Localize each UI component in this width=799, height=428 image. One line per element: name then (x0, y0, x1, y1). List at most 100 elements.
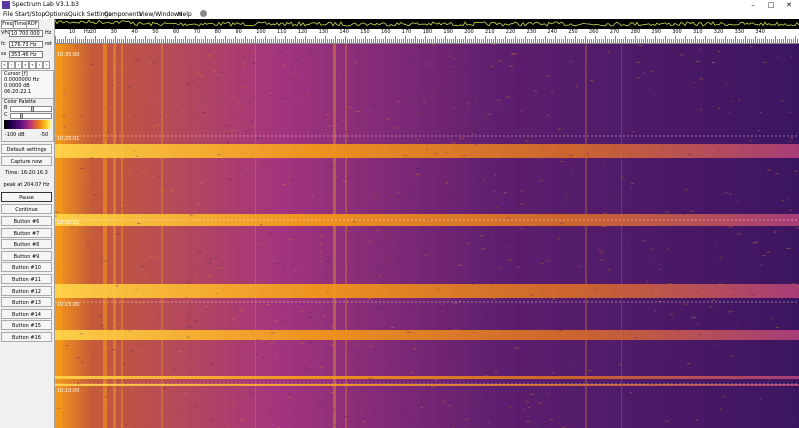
scale-tick-label: 180 (422, 29, 433, 35)
tab-rdf[interactable]: RDF (26, 20, 39, 29)
contrast-thumb[interactable] (20, 113, 24, 119)
time-readout: Time: 16:20:16.3 (5, 170, 48, 176)
scale-tick-label: 170 (401, 29, 412, 35)
waterfall-time-marker: 10:25:01 (57, 136, 80, 142)
ss-input[interactable]: 353.46 Hz (9, 51, 43, 58)
color-palette-bar[interactable] (4, 120, 51, 129)
default-settings-button[interactable]: Default settings (1, 144, 52, 154)
scale-tick-label: 280 (630, 29, 641, 35)
scale-tick-label: 30 (110, 29, 117, 35)
user-button-7[interactable]: Button #7 (1, 227, 52, 238)
palette-max-label: -50 (40, 132, 49, 138)
palette-min-label: -100 dB (5, 132, 25, 138)
scale-tick-label: 340 (755, 29, 765, 35)
waterfall-time-marker: 10:20:01 (57, 220, 80, 226)
scale-tick-label: 140 (339, 29, 349, 35)
menu-help[interactable]: Help (178, 10, 192, 19)
cursor-time: 06:20:22.1 (4, 89, 32, 95)
menu-components[interactable]: Components (104, 10, 142, 19)
user-button-11[interactable]: Button #11 (1, 274, 52, 284)
status-dot-icon (200, 10, 207, 17)
nav-button[interactable]: » (22, 61, 29, 69)
scale-tick-label: 310 (693, 29, 703, 35)
scale-tick-label: 290 (651, 29, 661, 35)
scale-tick-label: 90 (235, 29, 242, 35)
brightness-label: B (4, 105, 8, 111)
scale-tick-label: 20 (89, 29, 97, 35)
menu-view-windows[interactable]: View/Windows (139, 10, 182, 19)
menu-options[interactable]: Options (45, 10, 68, 19)
vfo-input[interactable]: 10 700 000 (9, 30, 43, 37)
left-control-panel: Freq Time RDF VFO 10 700 000 Hz fc 176.7… (0, 19, 55, 428)
scale-tick-label: 190 (443, 29, 453, 35)
menu-start-stop[interactable]: Start/Stop (15, 10, 45, 19)
scale-tick-label: 40 (131, 29, 138, 35)
user-button-15[interactable]: Button #15 (1, 320, 52, 331)
user-button-8[interactable]: Button #8 (1, 239, 52, 250)
scale-tick-label: 220 (505, 29, 516, 35)
waterfall-time-marker: 10:35:00 (57, 52, 80, 58)
nav-button[interactable]: › (43, 61, 50, 69)
app-icon (2, 1, 10, 9)
scale-tick-label: 50 (152, 29, 159, 35)
capture-now-button[interactable]: Capture now (1, 156, 52, 166)
user-button-10[interactable]: Button #10 (1, 262, 52, 273)
menu-file[interactable]: File (3, 10, 13, 19)
waterfall-display[interactable] (55, 44, 799, 428)
fc-unit[interactable]: ret (45, 41, 52, 48)
scale-tick-label: 160 (381, 29, 391, 35)
scale-tick-label: 120 (297, 29, 308, 35)
scale-tick-label: 110 (277, 29, 287, 35)
minimize-button[interactable]: – (744, 0, 762, 10)
close-button[interactable]: ✕ (780, 0, 798, 10)
scale-tick-label: 300 (672, 29, 682, 35)
fc-label: fc (1, 41, 6, 47)
nav-button[interactable]: › (15, 61, 22, 69)
scale-tick-label: 130 (318, 29, 329, 35)
title-bar: Spectrum Lab V3.1.b3 – □ ✕ (0, 0, 799, 10)
continue-button[interactable]: Continue (1, 204, 52, 214)
vfo-label: VFO (1, 30, 12, 36)
nav-button[interactable]: « (29, 61, 36, 69)
user-button-16[interactable]: Button #16 (1, 332, 52, 342)
frequency-scale[interactable]: Hz 10 20 30 40 50 60 70 80 90 100 110 120 130 140 150 1… (55, 29, 799, 44)
vfo-unit: Hz (45, 30, 52, 36)
scale-tick-label: 230 (526, 29, 537, 35)
scale-tick-label: 250 (568, 29, 578, 35)
contrast-slider[interactable] (10, 113, 52, 119)
nav-button[interactable]: ‹ (8, 61, 15, 69)
scale-tick-label: 200 (464, 29, 474, 35)
scale-tick-label: 150 (360, 29, 370, 35)
cursor-info-panel: Cursor [f] 0.0000000 Hz 0.0000 dB 06:20:… (1, 70, 54, 99)
tab-time[interactable]: Time (13, 20, 27, 29)
pause-button[interactable]: Pause (1, 192, 52, 202)
scale-tick-label: 70 (193, 29, 201, 35)
brightness-thumb[interactable] (31, 106, 35, 112)
ss-label: ss (1, 51, 7, 57)
spectrum-trace[interactable] (55, 19, 799, 29)
scale-tick-label: 270 (609, 29, 620, 35)
scale-tick-label: 80 (214, 29, 221, 35)
maximize-button[interactable]: □ (762, 0, 780, 10)
user-button-9[interactable]: Button #9 (1, 250, 52, 261)
user-button-12[interactable]: Button #12 (1, 285, 52, 296)
scale-tick-label: 60 (173, 29, 180, 35)
nav-button[interactable]: ‹ (36, 61, 43, 69)
waterfall-time-marker: 10:10:00 (57, 388, 80, 394)
palette-title: Color Palette (4, 99, 36, 105)
brightness-slider[interactable] (10, 106, 52, 112)
user-button-14[interactable]: Button #14 (1, 308, 52, 319)
waterfall-time-marker: 10:15:00 (57, 302, 80, 308)
nav-button[interactable]: « (1, 61, 8, 69)
scale-tick-label: 100 (256, 29, 266, 35)
scale-tick-label: 260 (589, 29, 599, 35)
color-palette-panel: Color Palette B C -100 dB -50 (1, 98, 54, 142)
scale-tick-label: 10 (69, 29, 76, 35)
peak-readout: peak at 204.07 Hz (3, 182, 50, 188)
user-button-13[interactable]: Button #13 (1, 297, 52, 308)
window-title: Spectrum Lab V3.1.b3 (12, 1, 79, 8)
user-button-6[interactable]: Button #6 (1, 216, 52, 226)
scale-tick-label: 210 (485, 29, 495, 35)
fc-input[interactable]: 176.73 Hz (9, 41, 43, 48)
scale-tick-label: 320 (713, 29, 724, 35)
